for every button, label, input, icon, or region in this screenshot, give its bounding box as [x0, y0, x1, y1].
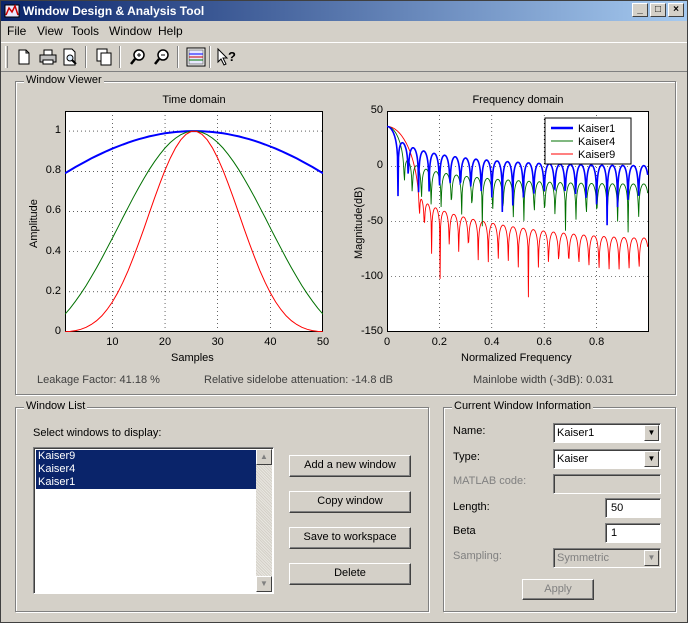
full-view-icon[interactable] [185, 46, 207, 68]
beta-field[interactable]: 1 [605, 523, 661, 543]
apply-button: Apply [522, 579, 594, 600]
tick-label: 0.6 [536, 336, 552, 348]
tick-label: 0 [54, 325, 61, 337]
tick-label: -150 [360, 325, 383, 337]
tick-label: -100 [360, 269, 383, 282]
toolbar: ? [1, 42, 687, 72]
menu-help[interactable]: Help [158, 24, 183, 38]
time-xlabel: Samples [171, 352, 214, 364]
tick-label: 0 [383, 336, 391, 348]
type-value: Kaiser [557, 453, 589, 465]
tick-label: 30 [211, 336, 224, 348]
minimize-button[interactable]: _ [632, 3, 648, 17]
tick-label: 50 [316, 336, 330, 348]
tick-label: 0.2 [431, 336, 448, 348]
tick-label: 40 [264, 336, 277, 348]
mainlobe-width-text: Mainlobe width (-3dB): 0.031 [473, 374, 614, 386]
current-window-info-title: Current Window Information [452, 400, 593, 412]
freq-domain-title: Frequency domain [472, 94, 564, 106]
list-item[interactable]: Kaiser9 [36, 450, 256, 463]
sampling-dropdown: Symmetric ▼ [553, 548, 661, 568]
toolbar-separator [209, 46, 211, 68]
tick-label: 10 [106, 336, 119, 348]
toolbar-separator [119, 46, 121, 68]
legend-label: Kaiser9 [578, 149, 615, 161]
whats-this-icon[interactable]: ? [215, 46, 237, 68]
zoom-out-icon[interactable] [151, 46, 173, 68]
matlab-code-field [553, 474, 661, 494]
type-dropdown[interactable]: Kaiser ▼ [553, 449, 661, 469]
name-label: Name: [453, 425, 486, 437]
legend-label: Kaiser4 [578, 136, 615, 148]
title-bar[interactable]: Window Design & Analysis Tool _ □ × [1, 1, 687, 21]
app-window: Window Design & Analysis Tool _ □ × File… [0, 0, 688, 623]
tick-label: 0.4 [484, 336, 500, 348]
window-viewer-title: Window Viewer [24, 74, 104, 86]
print-preview-icon[interactable] [59, 46, 81, 68]
time-ylabel: Amplitude [28, 199, 40, 248]
type-label: Type: [453, 451, 480, 463]
window-listbox[interactable]: Kaiser9 Kaiser4 Kaiser1 ▲ ▼ [33, 447, 274, 594]
freq-domain-plot[interactable]: Kaiser1Kaiser4Kaiser9 [387, 111, 649, 332]
tick-label: 50 [370, 104, 383, 116]
name-value: Kaiser1 [557, 427, 595, 439]
name-dropdown[interactable]: Kaiser1 ▼ [553, 423, 661, 443]
beta-label: Beta [453, 525, 476, 537]
matlab-code-label: MATLAB code: [453, 475, 527, 487]
freq-xlabel: Normalized Frequency [461, 352, 572, 364]
scroll-down-icon[interactable]: ▼ [256, 576, 272, 592]
add-window-button[interactable]: Add a new window [289, 455, 411, 477]
close-button[interactable]: × [668, 3, 684, 17]
sampling-value: Symmetric [557, 552, 609, 564]
legend-label: Kaiser1 [578, 123, 615, 135]
tick-label: 0.8 [588, 336, 605, 348]
select-windows-label: Select windows to display: [33, 427, 162, 439]
length-field[interactable]: 50 [605, 498, 661, 518]
list-item[interactable]: Kaiser1 [36, 476, 256, 489]
menu-file[interactable]: File [7, 24, 26, 38]
print-icon[interactable] [37, 46, 59, 68]
toolbar-grip [5, 46, 8, 68]
window-title: Window Design & Analysis Tool [23, 4, 205, 18]
zoom-in-icon[interactable] [127, 46, 149, 68]
copy-window-button[interactable]: Copy window [289, 491, 411, 513]
toolbar-separator [177, 46, 179, 68]
chart-legend: Kaiser1Kaiser4Kaiser9 [544, 117, 632, 165]
matlab-app-icon [4, 4, 20, 18]
save-to-workspace-button[interactable]: Save to workspace [289, 527, 411, 549]
sampling-label: Sampling: [453, 550, 502, 562]
tick-label: 20 [158, 336, 172, 348]
list-scrollbar[interactable]: ▲ ▼ [256, 449, 272, 592]
tick-label: 0 [376, 159, 383, 172]
toolbar-separator [85, 46, 87, 68]
time-domain-title: Time domain [162, 94, 226, 106]
time-domain-plot[interactable] [65, 111, 323, 332]
leakage-factor-text: Leakage Factor: 41.18 % [37, 374, 160, 386]
tick-label: 1 [54, 124, 61, 137]
menu-view[interactable]: View [37, 24, 63, 38]
menu-bar: File View Tools Window Help [1, 21, 687, 41]
sidelobe-attenuation-text: Relative sidelobe attenuation: -14.8 dB [204, 374, 393, 386]
window-list-title: Window List [24, 400, 88, 412]
scroll-up-icon[interactable]: ▲ [256, 449, 272, 465]
chevron-down-icon[interactable]: ▼ [644, 425, 659, 441]
new-icon[interactable] [13, 46, 35, 68]
length-label: Length: [453, 501, 490, 513]
menu-tools[interactable]: Tools [71, 24, 99, 38]
freq-ylabel: Magnitude(dB) [353, 186, 365, 259]
tick-label: 0.8 [45, 164, 61, 177]
delete-button[interactable]: Delete [289, 563, 411, 585]
list-item[interactable]: Kaiser4 [36, 463, 256, 476]
chevron-down-icon: ▼ [644, 550, 659, 566]
maximize-button[interactable]: □ [650, 3, 666, 17]
svg-text:?: ? [228, 49, 236, 64]
tick-label: 0.2 [45, 284, 61, 297]
menu-window[interactable]: Window [109, 24, 152, 38]
chevron-down-icon[interactable]: ▼ [644, 451, 659, 467]
copy-window-icon[interactable] [93, 46, 115, 68]
